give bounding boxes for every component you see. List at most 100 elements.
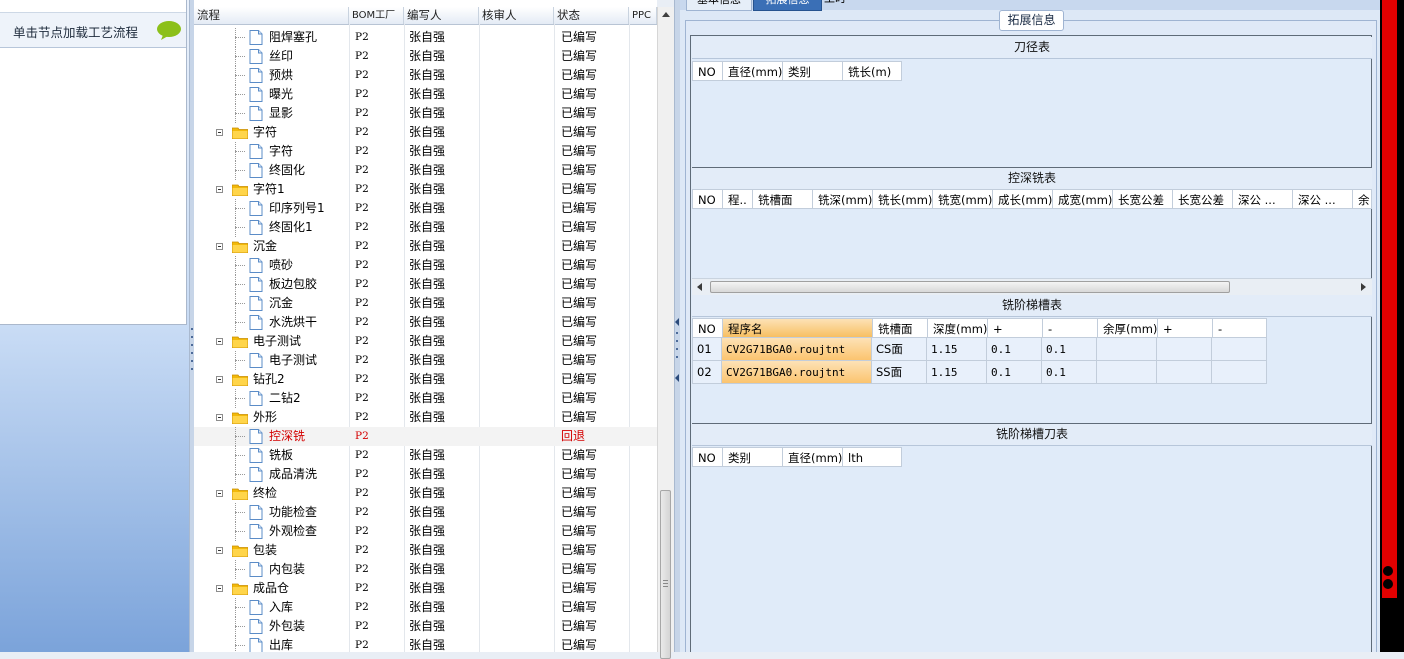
step-col-header[interactable]: 铣槽面 — [872, 318, 927, 338]
tree-node-row[interactable]: 二钻2 P2 张自强 已编写 — [194, 389, 657, 408]
tree-node-row[interactable]: 外观检查 P2 张自强 已编写 — [194, 522, 657, 541]
scroll-right-arrow-icon[interactable] — [1358, 282, 1368, 292]
tree-vertical-scrollbar[interactable] — [657, 7, 674, 659]
collapse-toggle-icon[interactable] — [216, 547, 223, 554]
depth-col-header[interactable]: 铣深(mm) — [812, 189, 872, 209]
tree-node-row[interactable]: 控深铣 P2 回退 — [194, 427, 657, 446]
column-header-ppc[interactable]: PPC — [629, 7, 657, 24]
step-cutter-col-diameter[interactable]: 直径(mm) — [782, 447, 842, 467]
tree-folder-row[interactable]: 字符 P2 张自强 已编写 — [194, 123, 657, 142]
column-header-bom[interactable]: BOM工厂 — [349, 7, 404, 24]
tree-folder-row[interactable]: 字符1 P2 张自强 已编写 — [194, 180, 657, 199]
step-cutter-col-lth[interactable]: lth — [842, 447, 902, 467]
tree-folder-row[interactable]: 钻孔2 P2 张自强 已编写 — [194, 370, 657, 389]
tree-folder-row[interactable]: 沉金 P2 张自强 已编写 — [194, 237, 657, 256]
step-col-header[interactable]: 余厚(mm) — [1097, 318, 1157, 338]
step-cell[interactable]: 02 — [692, 361, 722, 384]
depth-col-header[interactable]: 铣长(mm) — [872, 189, 932, 209]
tab-extended-info[interactable]: 拓展信息 — [753, 0, 822, 11]
collapse-toggle-icon[interactable] — [216, 490, 223, 497]
tree-node-row[interactable]: 电子测试 P2 张自强 已编写 — [194, 351, 657, 370]
cutter-col-diameter[interactable]: 直径(mm) — [722, 61, 782, 81]
speech-bubble-icon[interactable] — [156, 20, 182, 40]
cutter-col-length[interactable]: 铣长(m) — [842, 61, 902, 81]
tree-folder-row[interactable]: 终检 P2 张自强 已编写 — [194, 484, 657, 503]
tree-node-row[interactable]: 功能检查 P2 张自强 已编写 — [194, 503, 657, 522]
depth-col-header[interactable]: NO — [692, 189, 722, 209]
step-cutter-col-no[interactable]: NO — [692, 447, 722, 467]
tree-node-row[interactable]: 铣板 P2 张自强 已编写 — [194, 446, 657, 465]
step-col-header[interactable]: + — [1157, 318, 1212, 338]
step-cell[interactable] — [1212, 338, 1267, 361]
tree-node-row[interactable]: 显影 P2 张自强 已编写 — [194, 104, 657, 123]
column-header-process[interactable]: 流程 — [194, 7, 349, 24]
collapse-toggle-icon[interactable] — [216, 186, 223, 193]
tab-work-hours[interactable]: 工时 — [824, 0, 864, 9]
tree-folder-row[interactable]: 包装 P2 张自强 已编写 — [194, 541, 657, 560]
process-tree-grid[interactable]: 流程 BOM工厂 编写人 核审人 状态 PPC 阻焊塞孔 P2 张自强 已编写 丝印 P2… — [194, 0, 657, 652]
step-cell[interactable]: 1.15 — [927, 338, 987, 361]
tree-node-row[interactable]: 预烘 P2 张自强 已编写 — [194, 66, 657, 85]
depth-col-header[interactable]: 深公 ... — [1232, 189, 1292, 209]
step-col-header[interactable]: - — [1212, 318, 1267, 338]
step-cell[interactable]: CV2G71BGA0.roujtnt — [722, 338, 872, 361]
tree-node-row[interactable]: 板边包胶 P2 张自强 已编写 — [194, 275, 657, 294]
collapse-toggle-icon[interactable] — [216, 376, 223, 383]
depth-col-header[interactable]: 深公 ... — [1292, 189, 1352, 209]
tree-node-row[interactable]: 终固化 P2 张自强 已编写 — [194, 161, 657, 180]
step-cell[interactable] — [1157, 361, 1212, 384]
column-header-status[interactable]: 状态 — [554, 7, 629, 24]
scroll-thumb[interactable] — [710, 281, 1230, 293]
depth-col-header[interactable]: 长宽公差 — [1172, 189, 1232, 209]
depth-col-header[interactable]: 铣槽面 — [752, 189, 812, 209]
depth-col-header[interactable]: 铣宽(mm) — [932, 189, 992, 209]
column-header-author[interactable]: 编写人 — [404, 7, 479, 24]
step-cell[interactable]: 1.15 — [927, 361, 987, 384]
tree-node-row[interactable]: 字符 P2 张自强 已编写 — [194, 142, 657, 161]
tree-node-row[interactable]: 印序列号1 P2 张自强 已编写 — [194, 199, 657, 218]
step-cell[interactable]: 0.1 — [987, 338, 1042, 361]
tree-node-row[interactable]: 沉金 P2 张自强 已编写 — [194, 294, 657, 313]
step-col-header[interactable]: NO — [692, 318, 722, 338]
step-cell[interactable]: 0.1 — [987, 361, 1042, 384]
step-col-header[interactable]: 深度(mm) — [927, 318, 987, 338]
step-cell[interactable] — [1212, 361, 1267, 384]
collapse-toggle-icon[interactable] — [216, 129, 223, 136]
column-header-reviewer[interactable]: 核审人 — [479, 7, 554, 24]
tree-node-row[interactable]: 入库 P2 张自强 已编写 — [194, 598, 657, 617]
tree-node-row[interactable]: 终固化1 P2 张自强 已编写 — [194, 218, 657, 237]
tree-node-row[interactable]: 成品清洗 P2 张自强 已编写 — [194, 465, 657, 484]
depth-col-header[interactable]: 长宽公差 — [1112, 189, 1172, 209]
step-col-header[interactable]: 程序名 — [722, 318, 872, 338]
tree-node-row[interactable]: 阻焊塞孔 P2 张自强 已编写 — [194, 28, 657, 47]
tree-node-row[interactable]: 水洗烘干 P2 张自强 已编写 — [194, 313, 657, 332]
tree-node-row[interactable]: 丝印 P2 张自强 已编写 — [194, 47, 657, 66]
tree-folder-row[interactable]: 成品仓 P2 张自强 已编写 — [194, 579, 657, 598]
tab-basic-info[interactable]: 基本信息 — [686, 0, 752, 11]
tree-node-row[interactable]: 曝光 P2 张自强 已编写 — [194, 85, 657, 104]
step-col-header[interactable]: + — [987, 318, 1042, 338]
step-cell[interactable]: SS面 — [872, 361, 927, 384]
step-cell[interactable]: CS面 — [872, 338, 927, 361]
step-col-header[interactable]: - — [1042, 318, 1097, 338]
collapse-toggle-icon[interactable] — [216, 338, 223, 345]
depth-col-header[interactable]: 成宽(mm) — [1052, 189, 1112, 209]
collapse-toggle-icon[interactable] — [216, 243, 223, 250]
collapse-toggle-icon[interactable] — [216, 585, 223, 592]
tree-node-row[interactable]: 外包装 P2 张自强 已编写 — [194, 617, 657, 636]
step-cutter-col-type[interactable]: 类别 — [722, 447, 782, 467]
step-cell[interactable]: 0.1 — [1042, 338, 1097, 361]
cutter-col-no[interactable]: NO — [692, 61, 722, 81]
depth-col-header[interactable]: 成长(mm) — [992, 189, 1052, 209]
tree-node-row[interactable]: 出库 P2 张自强 已编写 — [194, 636, 657, 652]
scroll-thumb[interactable] — [660, 490, 671, 659]
depth-col-header[interactable]: 程.. — [722, 189, 752, 209]
step-cell[interactable] — [1097, 338, 1157, 361]
cutter-col-type[interactable]: 类别 — [782, 61, 842, 81]
step-cell[interactable] — [1157, 338, 1212, 361]
scroll-left-arrow-icon[interactable] — [695, 282, 705, 292]
tree-folder-row[interactable]: 外形 P2 张自强 已编写 — [194, 408, 657, 427]
step-cell[interactable] — [1097, 361, 1157, 384]
scroll-up-arrow-icon[interactable] — [658, 7, 674, 23]
step-cell[interactable]: 01 — [692, 338, 722, 361]
